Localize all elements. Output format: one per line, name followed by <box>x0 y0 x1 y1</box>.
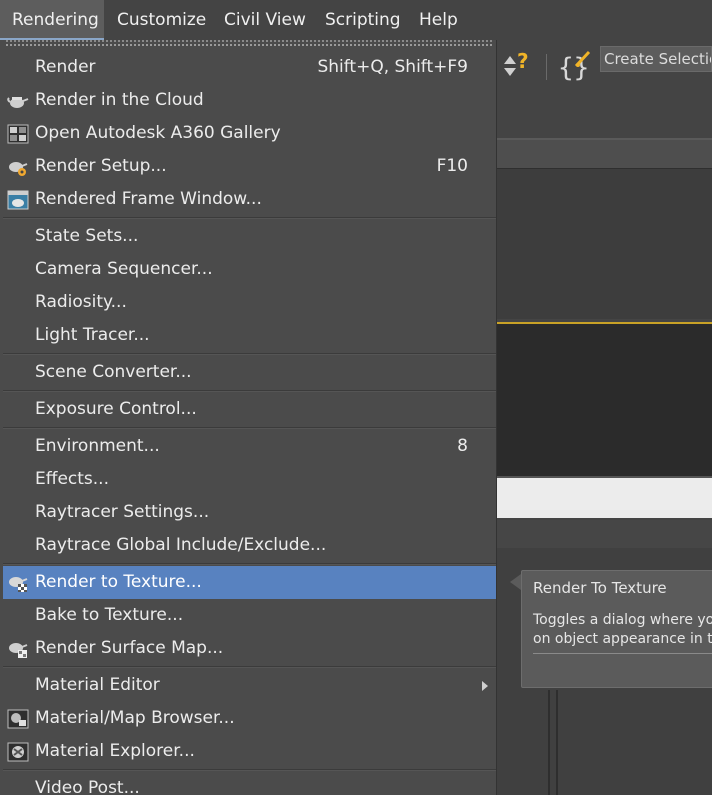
menu-scripting[interactable]: Scripting <box>325 0 401 40</box>
tooltip-body: Toggles a dialog where yo on object appe… <box>533 611 712 649</box>
submenu-arrow-icon <box>482 681 488 691</box>
menu-separator <box>3 217 496 219</box>
menu-item-label: Bake to Texture... <box>35 605 184 625</box>
menu-separator <box>3 563 496 565</box>
menu-item-label: Raytracer Settings... <box>35 502 210 522</box>
menu-item-label: Effects... <box>35 469 109 489</box>
frame-window-icon <box>7 190 29 210</box>
menu-item-label: Render in the Cloud <box>35 90 204 110</box>
menu-item-label: Open Autodesk A360 Gallery <box>35 123 281 143</box>
menu-tearoff-grip[interactable] <box>6 40 492 42</box>
menu-item-render-to-texture[interactable]: Render to Texture... <box>3 566 496 599</box>
bottom-divider <box>548 690 550 795</box>
menu-item-render-setup[interactable]: Render Setup... F10 <box>3 150 496 183</box>
menu-civil-view[interactable]: Civil View <box>224 0 306 40</box>
lower-panel <box>497 520 712 548</box>
menu-item-raytracer-settings[interactable]: Raytracer Settings... <box>3 496 496 529</box>
tooltip-line-1: Toggles a dialog where yo <box>533 612 712 628</box>
menu-item-raytrace-global-include-exclude[interactable]: Raytrace Global Include/Exclude... <box>3 529 496 562</box>
menu-tearoff-grip-2[interactable] <box>6 44 492 46</box>
menu-item-video-post[interactable]: Video Post... <box>3 772 496 795</box>
material-browser-icon <box>7 709 29 729</box>
menu-item-a360-gallery[interactable]: Open Autodesk A360 Gallery <box>3 117 496 150</box>
menu-item-label: Material Editor <box>35 675 160 695</box>
menu-separator <box>3 390 496 392</box>
menu-item-material-map-browser[interactable]: Material/Map Browser... <box>3 702 496 735</box>
menu-item-label: Light Tracer... <box>35 325 150 345</box>
tooltip-pointer <box>510 574 521 590</box>
gallery-grid-icon <box>7 124 29 144</box>
menu-item-rendered-frame-window[interactable]: Rendered Frame Window... <box>3 183 496 216</box>
render-setup-teapot-icon <box>7 157 29 177</box>
menu-item-material-explorer[interactable]: Material Explorer... <box>3 735 496 768</box>
create-selection-set-field[interactable]: Create Selection <box>600 46 712 72</box>
menu-separator <box>3 769 496 771</box>
menu-item-render-surface-map[interactable]: Render Surface Map... <box>3 632 496 665</box>
edit-named-selection-icon[interactable]: {} <box>556 48 596 83</box>
menu-item-bake-to-texture[interactable]: Bake to Texture... <box>3 599 496 632</box>
menu-separator <box>3 666 496 668</box>
menu-item-render-in-cloud[interactable]: Render in the Cloud <box>3 84 496 117</box>
menu-rendering[interactable]: Rendering <box>0 0 104 40</box>
menu-item-scene-converter[interactable]: Scene Converter... <box>3 356 496 389</box>
menu-item-radiosity[interactable]: Radiosity... <box>3 286 496 319</box>
ribbon-strip <box>497 140 712 168</box>
menu-item-material-editor[interactable]: Material Editor <box>3 669 496 702</box>
menu-item-label: Camera Sequencer... <box>35 259 213 279</box>
menu-item-environment[interactable]: Environment... 8 <box>3 430 496 463</box>
toolbar-separator <box>546 54 547 80</box>
menu-item-camera-sequencer[interactable]: Camera Sequencer... <box>3 253 496 286</box>
menu-item-label: Rendered Frame Window... <box>35 189 262 209</box>
menu-item-exposure-control[interactable]: Exposure Control... <box>3 393 496 426</box>
menu-item-shortcut: F10 <box>436 156 468 176</box>
menu-item-label: Raytrace Global Include/Exclude... <box>35 535 327 555</box>
snap-spinner-icon[interactable]: ? <box>500 49 540 82</box>
command-input[interactable] <box>497 478 712 518</box>
surface-map-icon <box>7 639 29 659</box>
tooltip-divider <box>533 653 712 654</box>
menu-item-label: Material Explorer... <box>35 741 195 761</box>
menu-item-label: Radiosity... <box>35 292 127 312</box>
menu-separator <box>3 427 496 429</box>
menu-item-label: State Sets... <box>35 226 139 246</box>
menu-bar: Rendering Customize Civil View Scripting… <box>0 0 712 40</box>
menu-item-label: Scene Converter... <box>35 362 192 382</box>
tooltip-line-2: on object appearance in t <box>533 631 712 647</box>
menu-separator <box>3 353 496 355</box>
tooltip-title: Render To Texture <box>533 579 667 597</box>
bottom-divider-2 <box>556 690 558 795</box>
menu-item-label: Material/Map Browser... <box>35 708 235 728</box>
menu-item-shortcut: 8 <box>457 436 468 456</box>
menu-help[interactable]: Help <box>419 0 458 40</box>
menu-item-label: Render <box>35 57 96 77</box>
menu-item-label: Render Surface Map... <box>35 638 224 658</box>
menu-item-light-tracer[interactable]: Light Tracer... <box>3 319 496 352</box>
menu-customize[interactable]: Customize <box>117 0 206 40</box>
menu-item-label: Video Post... <box>35 778 140 795</box>
menu-item-render[interactable]: Render Shift+Q, Shift+F9 <box>3 51 496 84</box>
panel-area <box>497 168 712 319</box>
viewport[interactable] <box>497 324 712 476</box>
material-explorer-icon <box>7 742 29 762</box>
menu-item-label: Render to Texture... <box>35 572 202 592</box>
menu-item-label: Render Setup... <box>35 156 167 176</box>
cloud-teapot-icon <box>7 91 29 111</box>
menu-item-effects[interactable]: Effects... <box>3 463 496 496</box>
svg-text:?: ? <box>517 50 529 73</box>
menu-item-state-sets[interactable]: State Sets... <box>3 220 496 253</box>
tooltip: Render To Texture Toggles a dialog where… <box>521 570 712 688</box>
menu-item-label: Exposure Control... <box>35 399 197 419</box>
menu-item-label: Environment... <box>35 436 160 456</box>
render-to-texture-icon <box>7 573 29 593</box>
menu-item-shortcut: Shift+Q, Shift+F9 <box>317 57 468 77</box>
rendering-menu: Render Shift+Q, Shift+F9 Render in the C… <box>0 40 497 795</box>
